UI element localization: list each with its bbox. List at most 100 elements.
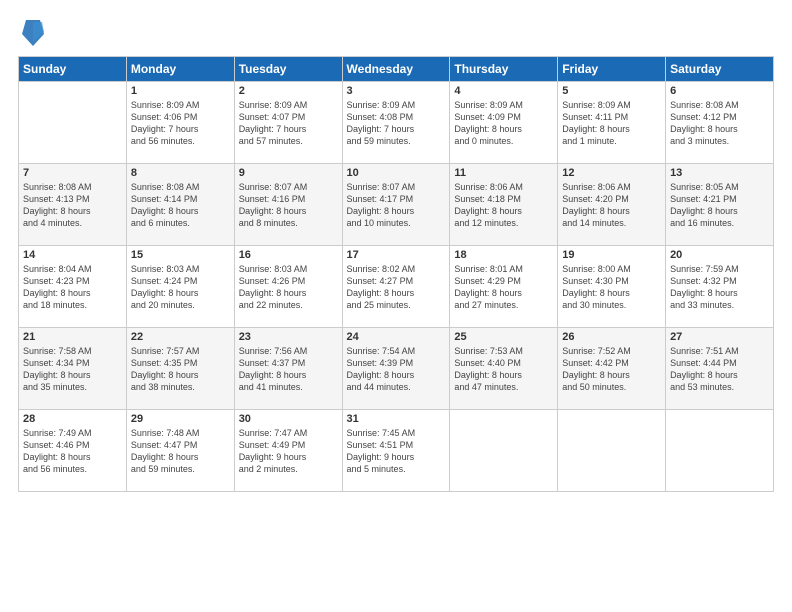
day-number: 22 — [131, 331, 230, 343]
day-number: 21 — [23, 331, 122, 343]
day-number: 5 — [562, 85, 661, 97]
day-cell: 2 Sunrise: 8:09 AMSunset: 4:07 PMDaylight… — [234, 82, 342, 164]
day-cell — [19, 82, 127, 164]
day-info: Sunrise: 8:08 AMSunset: 4:13 PMDaylight:… — [23, 181, 122, 230]
day-number: 28 — [23, 413, 122, 425]
day-number: 11 — [454, 167, 553, 179]
week-row-4: 21 Sunrise: 7:58 AMSunset: 4:34 PMDayligh… — [19, 328, 774, 410]
day-cell: 5 Sunrise: 8:09 AMSunset: 4:11 PMDaylight… — [558, 82, 666, 164]
day-number: 20 — [670, 249, 769, 261]
day-number: 1 — [131, 85, 230, 97]
day-cell: 21 Sunrise: 7:58 AMSunset: 4:34 PMDayligh… — [19, 328, 127, 410]
day-number: 25 — [454, 331, 553, 343]
day-cell: 12 Sunrise: 8:06 AMSunset: 4:20 PMDayligh… — [558, 164, 666, 246]
day-info: Sunrise: 7:58 AMSunset: 4:34 PMDaylight:… — [23, 345, 122, 394]
day-info: Sunrise: 8:02 AMSunset: 4:27 PMDaylight:… — [347, 263, 446, 312]
day-number: 24 — [347, 331, 446, 343]
column-header-sunday: Sunday — [19, 57, 127, 82]
day-info: Sunrise: 7:52 AMSunset: 4:42 PMDaylight:… — [562, 345, 661, 394]
day-cell — [666, 410, 774, 492]
day-number: 4 — [454, 85, 553, 97]
column-header-saturday: Saturday — [666, 57, 774, 82]
column-header-thursday: Thursday — [450, 57, 558, 82]
day-cell: 3 Sunrise: 8:09 AMSunset: 4:08 PMDaylight… — [342, 82, 450, 164]
week-row-5: 28Sunrise: 7:49 AMSunset: 4:46 PMDayligh… — [19, 410, 774, 492]
day-info: Sunrise: 8:04 AMSunset: 4:23 PMDaylight:… — [23, 263, 122, 312]
day-cell: 23Sunrise: 7:56 AMSunset: 4:37 PMDayligh… — [234, 328, 342, 410]
day-cell: 25 Sunrise: 7:53 AMSunset: 4:40 PMDayligh… — [450, 328, 558, 410]
day-number: 30 — [239, 413, 338, 425]
day-number: 8 — [131, 167, 230, 179]
day-info: Sunrise: 7:47 AMSunset: 4:49 PMDaylight:… — [239, 427, 338, 476]
day-number: 17 — [347, 249, 446, 261]
calendar-table: SundayMondayTuesdayWednesdayThursdayFrid… — [18, 56, 774, 492]
logo-icon — [22, 18, 42, 46]
day-info: Sunrise: 8:09 AMSunset: 4:11 PMDaylight:… — [562, 99, 661, 148]
day-cell: 11 Sunrise: 8:06 AMSunset: 4:18 PMDayligh… — [450, 164, 558, 246]
day-cell: 14 Sunrise: 8:04 AMSunset: 4:23 PMDayligh… — [19, 246, 127, 328]
column-header-friday: Friday — [558, 57, 666, 82]
day-info: Sunrise: 7:59 AMSunset: 4:32 PMDaylight:… — [670, 263, 769, 312]
day-info: Sunrise: 7:56 AMSunset: 4:37 PMDaylight:… — [239, 345, 338, 394]
day-info: Sunrise: 8:03 AMSunset: 4:26 PMDaylight:… — [239, 263, 338, 312]
day-info: Sunrise: 8:01 AMSunset: 4:29 PMDaylight:… — [454, 263, 553, 312]
day-info: Sunrise: 8:08 AMSunset: 4:12 PMDaylight:… — [670, 99, 769, 148]
header-row: SundayMondayTuesdayWednesdayThursdayFrid… — [19, 57, 774, 82]
day-number: 12 — [562, 167, 661, 179]
day-info: Sunrise: 7:45 AMSunset: 4:51 PMDaylight:… — [347, 427, 446, 476]
day-cell: 22 Sunrise: 7:57 AMSunset: 4:35 PMDayligh… — [126, 328, 234, 410]
day-cell: 29Sunrise: 7:48 AMSunset: 4:47 PMDayligh… — [126, 410, 234, 492]
day-cell: 8 Sunrise: 8:08 AMSunset: 4:14 PMDaylight… — [126, 164, 234, 246]
week-row-3: 14 Sunrise: 8:04 AMSunset: 4:23 PMDayligh… — [19, 246, 774, 328]
column-header-wednesday: Wednesday — [342, 57, 450, 82]
day-number: 16 — [239, 249, 338, 261]
day-info: Sunrise: 7:51 AMSunset: 4:44 PMDaylight:… — [670, 345, 769, 394]
week-row-2: 7 Sunrise: 8:08 AMSunset: 4:13 PMDaylight… — [19, 164, 774, 246]
day-info: Sunrise: 8:09 AMSunset: 4:07 PMDaylight:… — [239, 99, 338, 148]
day-cell: 24 Sunrise: 7:54 AMSunset: 4:39 PMDayligh… — [342, 328, 450, 410]
day-number: 27 — [670, 331, 769, 343]
day-info: Sunrise: 7:54 AMSunset: 4:39 PMDaylight:… — [347, 345, 446, 394]
day-info: Sunrise: 8:07 AMSunset: 4:16 PMDaylight:… — [239, 181, 338, 230]
day-number: 10 — [347, 167, 446, 179]
day-number: 14 — [23, 249, 122, 261]
day-info: Sunrise: 8:06 AMSunset: 4:18 PMDaylight:… — [454, 181, 553, 230]
day-cell: 28Sunrise: 7:49 AMSunset: 4:46 PMDayligh… — [19, 410, 127, 492]
day-cell: 27 Sunrise: 7:51 AMSunset: 4:44 PMDayligh… — [666, 328, 774, 410]
day-info: Sunrise: 8:08 AMSunset: 4:14 PMDaylight:… — [131, 181, 230, 230]
day-cell: 30 Sunrise: 7:47 AMSunset: 4:49 PMDayligh… — [234, 410, 342, 492]
day-cell: 13 Sunrise: 8:05 AMSunset: 4:21 PMDayligh… — [666, 164, 774, 246]
day-number: 7 — [23, 167, 122, 179]
day-info: Sunrise: 8:00 AMSunset: 4:30 PMDaylight:… — [562, 263, 661, 312]
day-cell: 31Sunrise: 7:45 AMSunset: 4:51 PMDayligh… — [342, 410, 450, 492]
day-cell: 15Sunrise: 8:03 AMSunset: 4:24 PMDayligh… — [126, 246, 234, 328]
day-cell: 26 Sunrise: 7:52 AMSunset: 4:42 PMDayligh… — [558, 328, 666, 410]
day-number: 3 — [347, 85, 446, 97]
day-number: 29 — [131, 413, 230, 425]
day-cell: 9 Sunrise: 8:07 AMSunset: 4:16 PMDaylight… — [234, 164, 342, 246]
day-info: Sunrise: 8:09 AMSunset: 4:09 PMDaylight:… — [454, 99, 553, 148]
day-number: 6 — [670, 85, 769, 97]
day-info: Sunrise: 8:09 AMSunset: 4:06 PMDaylight:… — [131, 99, 230, 148]
day-cell: 17 Sunrise: 8:02 AMSunset: 4:27 PMDayligh… — [342, 246, 450, 328]
day-number: 26 — [562, 331, 661, 343]
header — [18, 18, 774, 46]
day-cell — [558, 410, 666, 492]
day-number: 18 — [454, 249, 553, 261]
day-number: 9 — [239, 167, 338, 179]
day-cell: 18 Sunrise: 8:01 AMSunset: 4:29 PMDayligh… — [450, 246, 558, 328]
day-info: Sunrise: 8:05 AMSunset: 4:21 PMDaylight:… — [670, 181, 769, 230]
column-header-tuesday: Tuesday — [234, 57, 342, 82]
day-info: Sunrise: 7:53 AMSunset: 4:40 PMDaylight:… — [454, 345, 553, 394]
day-info: Sunrise: 8:09 AMSunset: 4:08 PMDaylight:… — [347, 99, 446, 148]
week-row-1: 1 Sunrise: 8:09 AMSunset: 4:06 PMDaylight… — [19, 82, 774, 164]
day-info: Sunrise: 7:57 AMSunset: 4:35 PMDaylight:… — [131, 345, 230, 394]
day-info: Sunrise: 8:06 AMSunset: 4:20 PMDaylight:… — [562, 181, 661, 230]
day-cell: 6 Sunrise: 8:08 AMSunset: 4:12 PMDaylight… — [666, 82, 774, 164]
column-header-monday: Monday — [126, 57, 234, 82]
day-number: 19 — [562, 249, 661, 261]
day-cell: 7 Sunrise: 8:08 AMSunset: 4:13 PMDaylight… — [19, 164, 127, 246]
day-number: 2 — [239, 85, 338, 97]
day-cell: 4 Sunrise: 8:09 AMSunset: 4:09 PMDaylight… — [450, 82, 558, 164]
day-number: 13 — [670, 167, 769, 179]
